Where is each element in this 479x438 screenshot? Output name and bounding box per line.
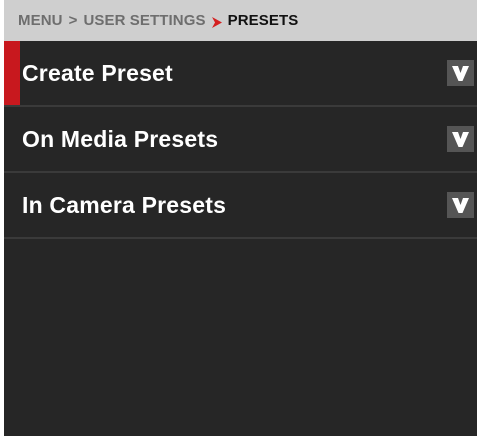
- menu-item-label: Create Preset: [22, 59, 173, 86]
- menu-item-label: In Camera Presets: [22, 191, 227, 218]
- breadcrumb-arrow-icon: [211, 15, 222, 28]
- chevron-down-icon[interactable]: [447, 126, 474, 152]
- selection-indicator: [4, 41, 20, 105]
- breadcrumb-separator: >: [68, 12, 78, 29]
- menu-item-in-camera-presets[interactable]: In Camera Presets: [4, 173, 477, 239]
- breadcrumb-item-user-settings[interactable]: USER SETTINGS: [83, 12, 205, 29]
- chevron-down-icon[interactable]: [447, 192, 474, 218]
- presets-screen: MENU > USER SETTINGS PRESETS Create Pres…: [4, 0, 477, 436]
- menu-item-on-media-presets[interactable]: On Media Presets: [4, 107, 477, 173]
- menu-item-label: On Media Presets: [22, 125, 219, 152]
- menu-item-create-preset[interactable]: Create Preset: [4, 41, 477, 107]
- breadcrumb-current: PRESETS: [227, 12, 299, 29]
- chevron-down-icon[interactable]: [447, 60, 474, 86]
- breadcrumb-item-menu[interactable]: MENU: [18, 12, 63, 29]
- breadcrumb: MENU > USER SETTINGS PRESETS: [4, 0, 477, 41]
